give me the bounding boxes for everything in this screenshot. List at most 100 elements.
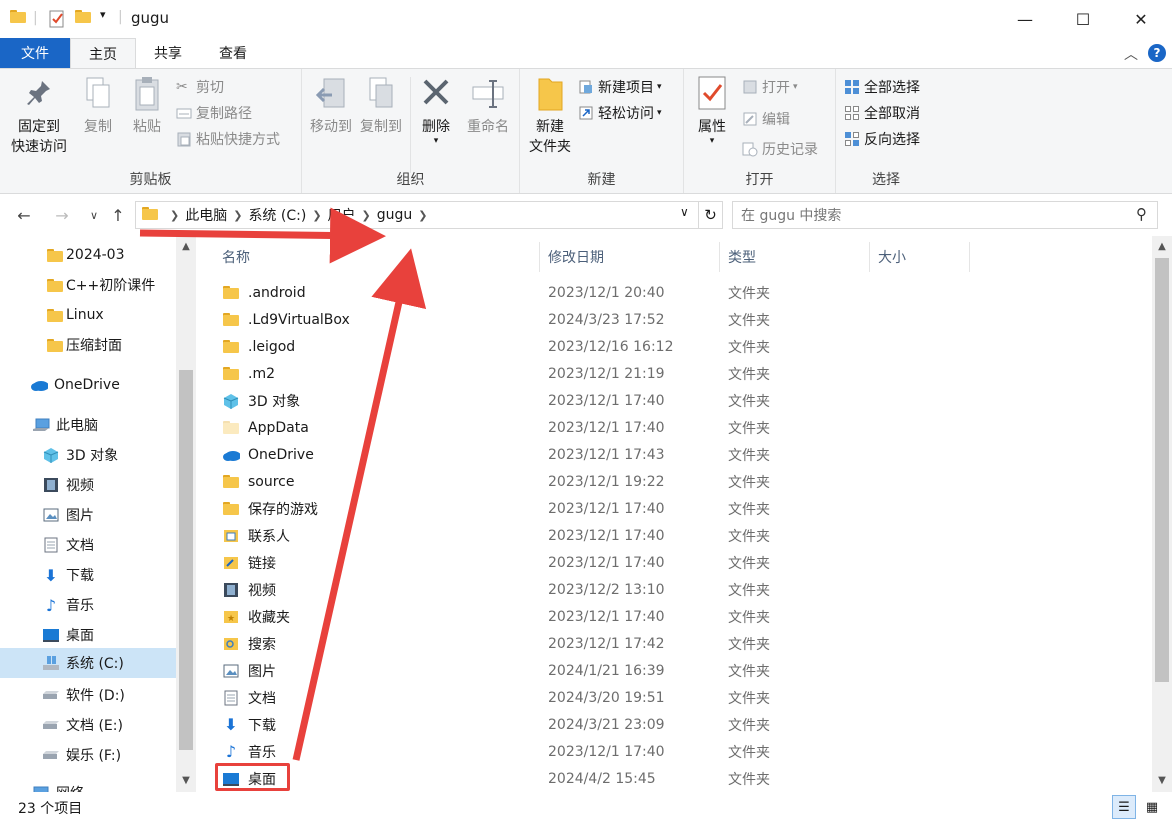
close-button[interactable]: ✕ (1114, 0, 1168, 38)
tab-share[interactable]: 共享 (136, 38, 200, 68)
breadcrumb-this-pc[interactable]: 此电脑 (185, 205, 227, 225)
delete-button[interactable]: 删除 ▾ (416, 75, 456, 146)
nav-item-downloads[interactable]: ⬇ 下载 (0, 560, 176, 590)
minimize-button[interactable]: — (998, 0, 1052, 38)
paste-button[interactable]: 粘贴 (124, 75, 170, 137)
cut-button[interactable]: ✂ 剪切 (176, 75, 224, 99)
breadcrumb-gugu[interactable]: gugu (377, 207, 413, 223)
chevron-right-icon[interactable]: ❯ (312, 209, 321, 222)
column-header-name[interactable]: 名称 (214, 242, 540, 272)
search-box[interactable]: 在 gugu 中搜索 ⚲ (732, 201, 1158, 229)
table-row[interactable]: .leigod 2023/12/16 16:12 文件夹 (216, 333, 976, 360)
file-list-scroll-thumb[interactable] (1155, 258, 1169, 682)
nav-item-system-c[interactable]: 系统 (C:) (0, 648, 176, 678)
recent-locations-button[interactable]: ∨ (82, 202, 106, 228)
table-row[interactable]: OneDrive 2023/12/1 17:43 文件夹 (216, 441, 976, 468)
back-button[interactable]: ← (12, 202, 36, 228)
move-to-button[interactable]: 移动到 (306, 75, 356, 137)
nav-item-linux[interactable]: Linux (0, 300, 176, 330)
file-name-cell[interactable]: 3D 对象 (222, 387, 532, 414)
maximize-button[interactable]: ☐ (1056, 0, 1110, 38)
file-name-cell[interactable]: 文档 (222, 684, 532, 711)
nav-scroll-thumb[interactable] (179, 370, 193, 750)
file-name-cell[interactable]: 图片 (222, 657, 532, 684)
copy-to-button[interactable]: 复制到 (356, 75, 406, 137)
table-row[interactable]: .android 2023/12/1 20:40 文件夹 (216, 279, 976, 306)
file-name-cell[interactable]: 搜索 (222, 630, 532, 657)
nav-item-drive-e[interactable]: 文档 (E:) (0, 710, 176, 740)
scroll-up-icon[interactable]: ▲ (176, 236, 196, 256)
details-view-icon[interactable]: ☰ (1112, 795, 1136, 819)
new-folder-quick-icon[interactable] (75, 10, 91, 28)
table-row[interactable]: ♪ 音乐 2023/12/1 17:40 文件夹 (216, 738, 976, 765)
properties-dropdown-icon[interactable]: ▾ (710, 137, 715, 146)
up-button[interactable]: ↑ (106, 202, 130, 228)
nav-item-desktop[interactable]: 桌面 (0, 620, 176, 650)
select-none-button[interactable]: 全部取消 (844, 101, 920, 125)
chevron-right-icon[interactable]: ❯ (362, 209, 371, 222)
table-row[interactable]: 3D 对象 2023/12/1 17:40 文件夹 (216, 387, 976, 414)
table-row[interactable]: 搜索 2023/12/1 17:42 文件夹 (216, 630, 976, 657)
search-icon[interactable]: ⚲ (1136, 205, 1147, 223)
nav-item-onedrive[interactable]: OneDrive (0, 370, 176, 400)
nav-item-network[interactable]: 网络 (0, 778, 176, 792)
table-row[interactable]: ⬇ 下载 2024/3/21 23:09 文件夹 (216, 711, 976, 738)
column-header-type[interactable]: 类型 (720, 242, 870, 272)
collapse-ribbon-icon[interactable]: ︿ (1124, 44, 1138, 64)
chevron-right-icon[interactable]: ❯ (418, 209, 427, 222)
table-row[interactable]: 图片 2024/1/21 16:39 文件夹 (216, 657, 976, 684)
open-button[interactable]: 打开 ▾ (742, 75, 798, 99)
nav-item-3d-objects[interactable]: 3D 对象 (0, 440, 176, 470)
nav-item-music[interactable]: ♪ 音乐 (0, 590, 176, 620)
new-folder-button[interactable]: 新建 文件夹 (526, 75, 574, 157)
nav-item-drive-d[interactable]: 软件 (D:) (0, 680, 176, 710)
file-name-cell[interactable]: .leigod (222, 333, 532, 360)
file-name-cell[interactable]: 联系人 (222, 522, 532, 549)
tab-home[interactable]: 主页 (70, 38, 136, 69)
rename-button[interactable]: 重命名 (462, 75, 514, 137)
table-row[interactable]: 链接 2023/12/1 17:40 文件夹 (216, 549, 976, 576)
edit-button[interactable]: 编辑 (742, 107, 790, 131)
nav-item-cpp-course[interactable]: C++初阶课件 (0, 270, 176, 300)
file-name-cell[interactable]: 保存的游戏 (222, 495, 532, 522)
file-list-scrollbar[interactable]: ▲ ▼ (1152, 236, 1172, 792)
file-name-cell[interactable]: .m2 (222, 360, 532, 387)
file-name-cell[interactable]: 桌面 (222, 765, 532, 792)
history-button[interactable]: 历史记录 (742, 137, 818, 161)
copy-button[interactable]: 复制 (76, 75, 120, 137)
file-name-cell[interactable]: ♪ 音乐 (222, 738, 532, 765)
new-item-button[interactable]: 新建项目 ▾ (578, 75, 662, 99)
file-name-cell[interactable]: OneDrive (222, 441, 532, 468)
file-name-cell[interactable]: 视频 (222, 576, 532, 603)
file-name-cell[interactable]: .android (222, 279, 532, 306)
breadcrumb-users[interactable]: 用户 (328, 205, 356, 225)
tab-file[interactable]: 文件 (0, 38, 70, 68)
refresh-icon[interactable]: ↻ (698, 201, 722, 229)
delete-dropdown-icon[interactable]: ▾ (434, 137, 439, 146)
tab-view[interactable]: 查看 (200, 38, 266, 68)
table-row[interactable]: .m2 2023/12/1 21:19 文件夹 (216, 360, 976, 387)
select-all-button[interactable]: 全部选择 (844, 75, 920, 99)
table-row[interactable]: 视频 2023/12/2 13:10 文件夹 (216, 576, 976, 603)
address-bar[interactable]: ❯ 此电脑 ❯ 系统 (C:) ❯ 用户 ❯ gugu ❯ ∨ ↻ (135, 201, 723, 229)
table-row[interactable]: 联系人 2023/12/1 17:40 文件夹 (216, 522, 976, 549)
scroll-up-icon[interactable]: ▲ (1152, 236, 1172, 256)
forward-button[interactable]: → (50, 202, 74, 228)
paste-shortcut-button[interactable]: 粘贴快捷方式 (176, 127, 280, 151)
nav-item-documents[interactable]: 文档 (0, 530, 176, 560)
nav-item-pictures[interactable]: 图片 (0, 500, 176, 530)
file-name-cell[interactable]: ⬇ 下载 (222, 711, 532, 738)
table-row[interactable]: .Ld9VirtualBox 2024/3/23 17:52 文件夹 (216, 306, 976, 333)
file-name-cell[interactable]: source (222, 468, 532, 495)
nav-item-videos[interactable]: 视频 (0, 470, 176, 500)
large-icons-view-icon[interactable]: ▦ (1140, 795, 1164, 819)
address-dropdown-icon[interactable]: ∨ (680, 205, 689, 219)
nav-item-this-pc[interactable]: 此电脑 (0, 410, 176, 440)
pin-quick-access-button[interactable]: 固定到 快速访问 (6, 75, 72, 157)
file-name-cell[interactable]: .Ld9VirtualBox (222, 306, 532, 333)
help-icon[interactable]: ? (1148, 44, 1166, 62)
column-header-size[interactable]: 大小 (870, 242, 970, 272)
table-row[interactable]: source 2023/12/1 19:22 文件夹 (216, 468, 976, 495)
table-row[interactable]: AppData 2023/12/1 17:40 文件夹 (216, 414, 976, 441)
file-name-cell[interactable]: 链接 (222, 549, 532, 576)
